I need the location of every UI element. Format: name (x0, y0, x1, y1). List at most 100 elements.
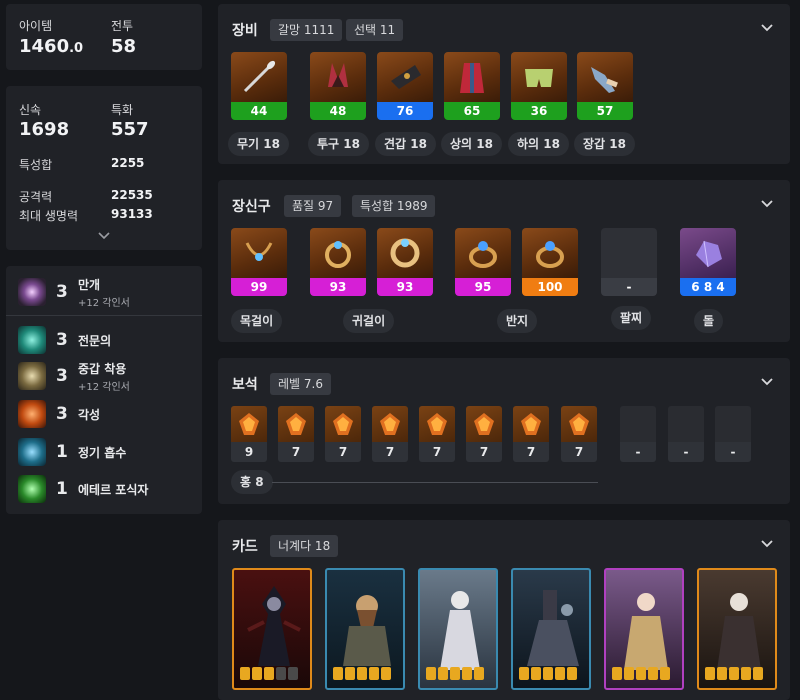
divider (6, 315, 202, 316)
gem-slot[interactable]: 7 (325, 406, 361, 462)
hp-label: 최대 생명력 (19, 209, 79, 223)
collapse-chevron-icon[interactable] (760, 375, 774, 389)
engraving-sub: +12 각인서 (78, 297, 130, 309)
total-stat-label: 특성합 (19, 158, 53, 172)
equip-shoulder[interactable]: 76 (377, 52, 433, 120)
card-slot[interactable] (697, 568, 777, 690)
card-slot[interactable] (325, 568, 405, 690)
collapse-chevron-icon[interactable] (760, 197, 774, 211)
engraving-row[interactable]: 1 정기 흡수 (18, 436, 126, 468)
accessory-tag-total: 특성합 1989 (352, 195, 436, 217)
gem-icon (231, 406, 267, 442)
accessory-ring-2[interactable]: 100 (522, 228, 578, 296)
engraving-level: 3 (56, 404, 68, 424)
engraving-level: 1 (56, 442, 68, 462)
card-slot[interactable] (604, 568, 684, 690)
engraving-name: 중갑 착용 (78, 361, 127, 376)
equip-label: 견갑 18 (375, 132, 436, 156)
equip-weapon[interactable]: 44 (231, 52, 287, 120)
section-title: 카드 (232, 539, 258, 555)
gem-slot[interactable]: 7 (513, 406, 549, 462)
engravings-card: 3 만개 +12 각인서 3 전문의 3 중갑 착용 +12 각인서 3 각성 1 … (6, 266, 202, 514)
accessory-ring-1[interactable]: 95 (455, 228, 511, 296)
awakening-gems (612, 667, 670, 680)
awakening-gems (426, 667, 484, 680)
gem-level: 7 (278, 442, 314, 462)
gem-slot[interactable]: 7 (561, 406, 597, 462)
section-title: 보석 (232, 377, 258, 393)
equip-label: 하의 18 (508, 132, 569, 156)
quality-bar: 95 (455, 278, 511, 296)
gem-slot[interactable]: 7 (419, 406, 455, 462)
engraving-row[interactable]: 3 중갑 착용 +12 각인서 (18, 360, 130, 393)
gem-icon (561, 406, 597, 442)
empty-slot-icon (601, 228, 657, 278)
equipment-section: 장비 갈망 1111 선택 11 44 48 76 65 36 57 무기 18 (218, 4, 790, 164)
engraving-level: 3 (56, 282, 68, 302)
quality-bar: 48 (310, 102, 366, 120)
gem-summary: 홍 8 (231, 470, 273, 494)
stone-icon (680, 228, 736, 278)
quality-bar: 65 (444, 102, 500, 120)
collapse-chevron-icon[interactable] (760, 21, 774, 35)
engraving-row[interactable]: 3 만개 +12 각인서 (18, 276, 130, 309)
gem-slot-empty[interactable]: - (620, 406, 656, 462)
battle-level-value: 58 (111, 36, 137, 57)
swift-label: 신속 (19, 103, 42, 117)
gem-level: - (620, 442, 656, 462)
gem-level: 9 (231, 442, 267, 462)
quality-bar: 76 (377, 102, 433, 120)
engraving-row[interactable]: 1 에테르 포식자 (18, 473, 148, 505)
gem-icon (325, 406, 361, 442)
gem-slot[interactable]: 9 (231, 406, 267, 462)
accessory-earring-1[interactable]: 93 (310, 228, 366, 296)
pants-icon (511, 52, 567, 102)
gem-slot[interactable]: 7 (372, 406, 408, 462)
card-slot[interactable] (511, 568, 591, 690)
burst-icon (18, 278, 46, 306)
doctor-icon (18, 326, 46, 354)
engraving-name: 정기 흡수 (78, 445, 127, 460)
awakening-gems (333, 667, 391, 680)
awakening-gems (705, 667, 763, 680)
card-slot[interactable] (232, 568, 312, 690)
attack-label: 공격력 (19, 190, 53, 204)
accessory-label-ring: 반지 (497, 309, 538, 333)
accessory-bracelet[interactable]: - (601, 228, 657, 296)
equip-label: 투구 18 (308, 132, 369, 156)
engraving-row[interactable]: 3 각성 (18, 398, 100, 430)
engraving-name: 만개 (78, 277, 101, 292)
gem-level: - (668, 442, 704, 462)
engraving-level: 1 (56, 479, 68, 499)
gem-slot-empty[interactable]: - (715, 406, 751, 462)
gem-level: 7 (513, 442, 549, 462)
gem-icon (372, 406, 408, 442)
necklace-icon (231, 228, 287, 278)
expand-chevron-icon[interactable] (98, 232, 110, 240)
card-slot[interactable] (418, 568, 498, 690)
accessory-stone[interactable]: 6 8 4 (680, 228, 736, 296)
accessory-earring-2[interactable]: 93 (377, 228, 433, 296)
equip-helmet[interactable]: 48 (310, 52, 366, 120)
armor-icon (18, 362, 46, 390)
gem-slot-empty[interactable]: - (668, 406, 704, 462)
gem-slot[interactable]: 7 (278, 406, 314, 462)
accessory-necklace[interactable]: 99 (231, 228, 287, 296)
weapon-icon (231, 52, 287, 102)
engraving-level: 3 (56, 330, 68, 350)
empty-slot-icon (668, 406, 704, 442)
collapse-chevron-icon[interactable] (760, 537, 774, 551)
awakening-gems (519, 667, 577, 680)
equip-gloves[interactable]: 57 (577, 52, 633, 120)
gem-level: 7 (372, 442, 408, 462)
stats-card: 신속 1698 특화 557 특성합 2255 공격력 22535 최대 생명력… (6, 86, 202, 250)
equip-chest[interactable]: 65 (444, 52, 500, 120)
engraving-row[interactable]: 3 전문의 (18, 324, 111, 356)
gem-slot[interactable]: 7 (466, 406, 502, 462)
card-tag-set: 너계다 18 (270, 535, 339, 557)
equip-label: 장갑 18 (574, 132, 635, 156)
equip-pants[interactable]: 36 (511, 52, 567, 120)
gem-icon (278, 406, 314, 442)
gems-section: 보석 레벨 7.6 9 7 7 7 7 7 7 7 - - - 홍 8 (218, 358, 790, 504)
gloves-icon (577, 52, 633, 102)
